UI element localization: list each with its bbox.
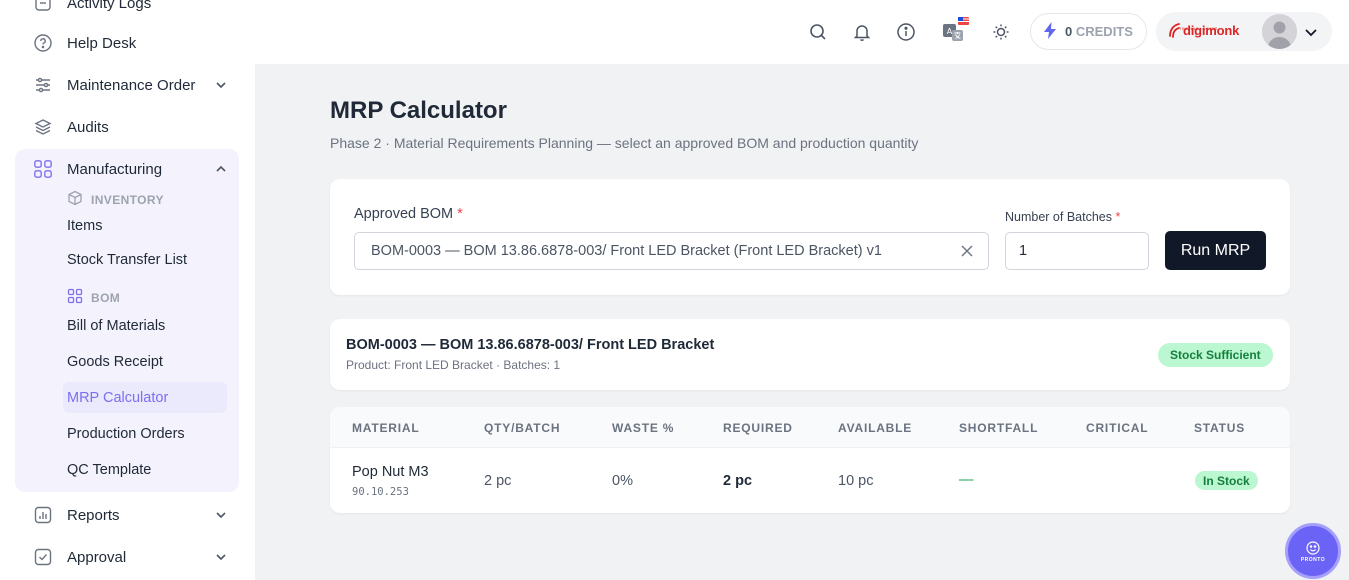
inventory-heading: INVENTORY xyxy=(67,190,164,209)
summary-title: BOM-0003 — BOM 13.86.6878-003/ Front LED… xyxy=(346,337,715,353)
assistant-icon xyxy=(1306,540,1320,555)
available-qty: 10 pc xyxy=(838,473,874,489)
table-header: MATERIAL QTY/BATCH WASTE % REQUIRED AVAI… xyxy=(330,407,1290,448)
sidebar-item-items[interactable]: Items xyxy=(63,210,227,241)
sidebar-item-label: Reports xyxy=(67,506,120,524)
sidebar-item-stock-transfer[interactable]: Stock Transfer List xyxy=(63,244,227,275)
page-subtitle: Phase 2 · Material Requirements Planning… xyxy=(330,135,919,151)
assistant-button[interactable]: PRONTO xyxy=(1285,523,1341,579)
sidebar-item-label: Help Desk xyxy=(67,34,137,52)
sidebar-item-activity-logs[interactable]: Activity Logs xyxy=(0,0,255,23)
question-circle-icon xyxy=(33,33,53,53)
lightning-icon xyxy=(1043,21,1057,42)
sidebar-item-qc-template[interactable]: QC Template xyxy=(63,454,227,485)
status-badge: In Stock xyxy=(1195,471,1258,490)
grid-nodes-icon xyxy=(67,288,83,307)
chevron-up-icon[interactable] xyxy=(213,161,229,177)
list-icon xyxy=(33,0,53,13)
sidebar-item-label: Audits xyxy=(67,118,109,136)
mrp-form-card: Approved BOM * BOM-0003 — BOM 13.86.6878… xyxy=(330,179,1290,295)
batches-input[interactable] xyxy=(1005,232,1149,270)
run-mrp-button[interactable]: Run MRP xyxy=(1165,231,1266,270)
sidebar-item-production-orders[interactable]: Production Orders xyxy=(63,418,227,449)
column-header: AVAILABLE xyxy=(838,421,913,435)
sidebar: Activity Logs Help Desk Maintenance Orde… xyxy=(0,0,255,580)
bar-chart-icon xyxy=(33,505,53,525)
sidebar-item-audits[interactable]: Audits xyxy=(0,107,255,147)
shortfall-qty: — xyxy=(959,472,974,488)
required-mark: * xyxy=(457,206,463,222)
bom-label-text: Approved BOM xyxy=(354,206,454,222)
materials-table: MATERIAL QTY/BATCH WASTE % REQUIRED AVAI… xyxy=(330,407,1290,513)
bom-label: Approved BOM * xyxy=(354,206,463,222)
brand-subtitle: TECHNOLOGIES xyxy=(1179,26,1218,31)
column-header: WASTE % xyxy=(612,421,675,435)
sidebar-item-maintenance-order[interactable]: Maintenance Order xyxy=(0,65,255,105)
sliders-icon xyxy=(33,75,53,95)
top-bar: A 0 CREDITS digimonk TECHNOLOGIES xyxy=(255,0,1349,64)
sidebar-item-help-desk[interactable]: Help Desk xyxy=(0,23,255,63)
chevron-down-icon[interactable] xyxy=(213,77,229,93)
user-silhouette-icon xyxy=(1262,14,1297,49)
svg-text:A: A xyxy=(947,27,953,36)
sidebar-item-label: Maintenance Order xyxy=(67,76,196,94)
inventory-heading-label: INVENTORY xyxy=(91,192,164,207)
page-title: MRP Calculator xyxy=(330,97,507,124)
credits-label: CREDITS xyxy=(1075,24,1133,39)
required-qty: 2 pc xyxy=(723,473,753,489)
sidebar-item-label: Approval xyxy=(67,548,127,566)
qty-per-batch: 2 pc xyxy=(484,473,512,489)
bom-select-value: BOM-0003 — BOM 13.86.6878-003/ Front LED… xyxy=(371,243,882,259)
column-header: SHORTFALL xyxy=(959,421,1039,435)
column-header: CRITICAL xyxy=(1086,421,1149,435)
required-mark: * xyxy=(1115,210,1121,224)
sidebar-item-label: Activity Logs xyxy=(67,0,152,12)
cube-icon xyxy=(67,190,83,209)
main-content: MRP Calculator Phase 2 · Material Requir… xyxy=(255,64,1349,580)
bom-heading-label: BOM xyxy=(91,290,121,305)
sidebar-item-approval[interactable]: Approval xyxy=(0,537,255,577)
sidebar-item-reports[interactable]: Reports xyxy=(0,495,255,535)
assistant-label: PRONTO xyxy=(1300,556,1326,563)
column-header: MATERIAL xyxy=(352,421,420,435)
credits-count: 0 xyxy=(1065,24,1073,39)
material-name: Pop Nut M3 xyxy=(352,464,429,480)
material-code: 90.10.253 xyxy=(352,486,409,498)
chevron-down-icon[interactable] xyxy=(1303,24,1319,40)
grid-nodes-icon xyxy=(33,159,53,179)
bom-summary-card: BOM-0003 — BOM 13.86.6878-003/ Front LED… xyxy=(330,319,1290,390)
sidebar-item-goods-receipt[interactable]: Goods Receipt xyxy=(63,346,227,377)
bom-select[interactable]: BOM-0003 — BOM 13.86.6878-003/ Front LED… xyxy=(354,232,989,270)
bell-icon[interactable] xyxy=(851,21,873,43)
language-icon[interactable]: A xyxy=(941,16,969,44)
waste-percent: 0% xyxy=(612,473,633,489)
check-square-icon xyxy=(33,547,53,567)
close-icon[interactable] xyxy=(960,244,974,258)
column-header: QTY/BATCH xyxy=(484,421,561,435)
user-menu[interactable]: digimonk TECHNOLOGIES xyxy=(1156,12,1332,51)
summary-meta: Product: Front LED Bracket · Batches: 1 xyxy=(346,358,561,372)
bom-heading: BOM xyxy=(67,288,120,307)
sun-icon[interactable] xyxy=(990,21,1012,43)
sidebar-item-mrp-calculator[interactable]: MRP Calculator xyxy=(63,382,227,413)
credits-button[interactable]: 0 CREDITS xyxy=(1030,13,1147,50)
layers-icon xyxy=(33,117,53,137)
sidebar-item-bill-of-materials[interactable]: Bill of Materials xyxy=(63,310,227,341)
batches-label: Number of Batches * xyxy=(1005,210,1120,224)
avatar[interactable] xyxy=(1262,14,1297,49)
batches-label-text: Number of Batches xyxy=(1005,210,1112,224)
chevron-down-icon[interactable] xyxy=(213,549,229,565)
sidebar-item-label: Manufacturing xyxy=(67,160,163,178)
column-header: REQUIRED xyxy=(723,421,793,435)
search-icon[interactable] xyxy=(807,21,829,43)
info-icon[interactable] xyxy=(895,21,917,43)
status-badge: Stock Sufficient xyxy=(1158,343,1273,367)
column-header: STATUS xyxy=(1194,421,1246,435)
chevron-down-icon[interactable] xyxy=(213,507,229,523)
sidebar-item-manufacturing[interactable]: Manufacturing xyxy=(0,149,255,189)
